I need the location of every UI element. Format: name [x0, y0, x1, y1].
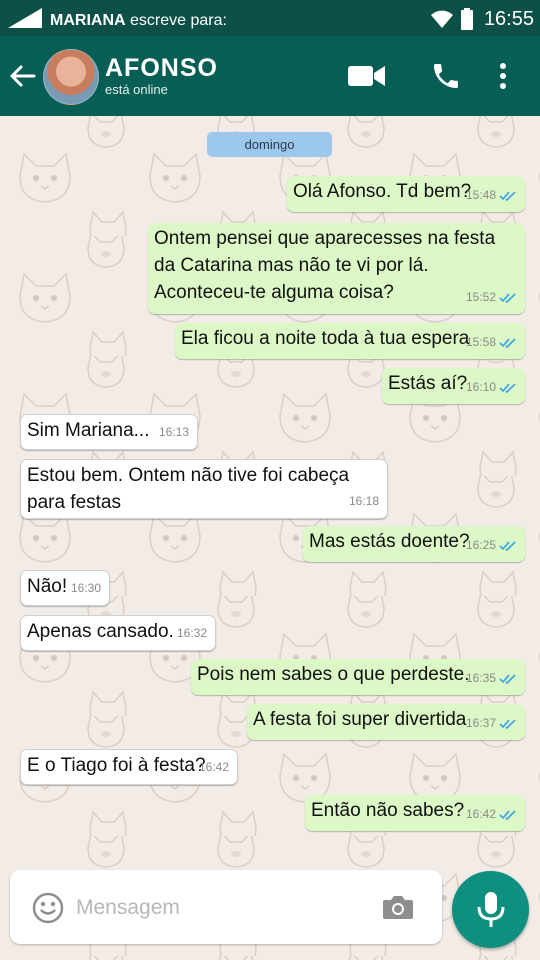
video-call-icon[interactable]	[348, 64, 386, 88]
emoji-icon[interactable]	[32, 892, 64, 924]
wifi-icon	[430, 10, 453, 28]
message-incoming[interactable]: E o Tiago foi à festa? 16:42	[20, 749, 238, 785]
message-outgoing[interactable]: Ela ficou a noite toda à tua espera 15:5…	[175, 323, 525, 359]
contact-avatar[interactable]	[43, 49, 99, 105]
read-ticks-icon	[499, 540, 516, 551]
mic-button[interactable]	[452, 871, 529, 948]
message-time: 16:18	[348, 494, 379, 508]
message-meta: 16:30	[71, 575, 101, 602]
message-meta: 15:52	[466, 284, 517, 311]
message-time: 15:52	[465, 290, 496, 304]
status-bar: MARIANA escreve para: 16:55	[0, 0, 540, 36]
message-meta: 16:25	[466, 532, 517, 559]
message-meta: 16:13	[159, 419, 189, 446]
read-ticks-icon	[499, 190, 516, 201]
read-ticks-icon	[499, 718, 516, 729]
message-outgoing[interactable]: Olá Afonso. Td bem? 15:48	[287, 176, 525, 212]
date-separator: domingo	[207, 132, 332, 157]
read-ticks-icon	[499, 809, 516, 820]
message-outgoing[interactable]: Pois nem sabes o que perdeste. 16:35	[191, 659, 525, 695]
read-ticks-icon	[499, 673, 516, 684]
read-ticks-icon	[499, 337, 516, 348]
message-time: 16:25	[465, 538, 496, 552]
phone-icon[interactable]	[430, 60, 462, 92]
message-text: Ela ficou a noite toda à tua espera	[181, 328, 470, 349]
message-outgoing[interactable]: Então não sabes? 16:42	[305, 795, 525, 831]
status-clock: 16:55	[483, 7, 534, 30]
message-text: Sim Mariana...	[27, 420, 150, 441]
status-sender-action: escreve para:	[130, 12, 227, 29]
message-meta: 16:32	[177, 620, 207, 647]
message-time: 16:35	[465, 671, 496, 685]
message-meta: 16:37	[466, 710, 517, 737]
message-text: Estou bem. Ontem não tive foi cabeça par…	[27, 465, 350, 513]
signal-icon	[8, 8, 42, 28]
message-time: 16:42	[465, 807, 496, 821]
contact-name[interactable]: AFONSO	[105, 54, 218, 83]
read-ticks-icon	[499, 292, 516, 303]
message-text: Ontem pensei que aparecesses na festa da…	[154, 228, 496, 303]
read-ticks-icon	[499, 382, 516, 393]
mic-icon	[477, 892, 505, 927]
message-time: 15:58	[465, 335, 496, 349]
message-text: Então não sabes?	[311, 800, 465, 821]
message-outgoing[interactable]: A festa foi super divertida 16:37	[247, 704, 525, 740]
message-incoming[interactable]: Sim Mariana... 16:13	[20, 414, 198, 450]
message-outgoing[interactable]: Ontem pensei que aparecesses na festa da…	[148, 223, 525, 314]
message-outgoing[interactable]: Estás aí? 16:10	[382, 368, 525, 404]
message-outgoing[interactable]: Mas estás doente? 16:25	[303, 526, 525, 562]
message-meta: 16:35	[466, 665, 517, 692]
message-text: Pois nem sabes o que perdeste.	[197, 664, 470, 685]
message-text: A festa foi super divertida	[253, 709, 467, 730]
message-time: 16:30	[70, 581, 101, 595]
back-arrow-icon[interactable]	[8, 62, 36, 90]
message-meta: 16:42	[466, 801, 517, 828]
message-text: Mas estás doente?	[309, 531, 470, 552]
message-meta: 15:58	[466, 329, 517, 356]
status-sender-name: MARIANA	[50, 12, 126, 29]
message-time: 16:32	[176, 626, 207, 640]
message-incoming[interactable]: Estou bem. Ontem não tive foi cabeça par…	[20, 459, 388, 519]
message-meta: 16:42	[199, 754, 229, 781]
message-time: 16:42	[198, 760, 229, 774]
contact-status: está online	[105, 82, 168, 97]
message-incoming[interactable]: Apenas cansado. 16:32	[20, 615, 216, 651]
message-meta: 16:10	[466, 374, 517, 401]
chat-area[interactable]: domingo Olá Afonso. Td bem? 15:48 Ontem …	[0, 116, 540, 960]
message-time: 16:13	[158, 425, 189, 439]
message-text: Olá Afonso. Td bem?	[293, 181, 472, 202]
message-composer	[10, 870, 442, 944]
message-text: Apenas cansado.	[27, 621, 174, 642]
message-input[interactable]	[74, 890, 368, 926]
battery-icon	[460, 8, 473, 30]
chat-header: AFONSO está online	[0, 36, 540, 116]
camera-icon[interactable]	[382, 894, 414, 920]
message-time: 16:10	[465, 380, 496, 394]
message-text: Não!	[27, 576, 68, 597]
message-meta: 16:18	[349, 488, 379, 515]
message-text: Estás aí?	[388, 373, 468, 394]
status-title: MARIANA escreve para:	[50, 12, 227, 30]
message-time: 15:48	[465, 188, 496, 202]
more-vert-icon[interactable]	[496, 62, 510, 90]
status-right: 16:55	[430, 7, 534, 31]
message-meta: 15:48	[466, 182, 517, 209]
message-text: E o Tiago foi à festa?	[27, 755, 206, 776]
message-time: 16:37	[465, 716, 496, 730]
message-incoming[interactable]: Não! 16:30	[20, 570, 110, 606]
